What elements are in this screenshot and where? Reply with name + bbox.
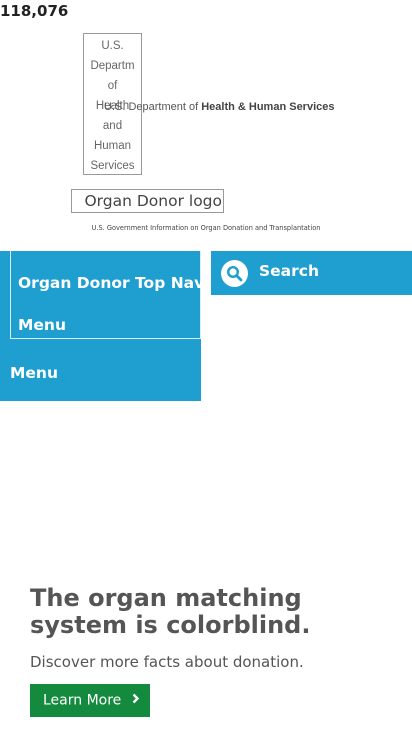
hhs-logo-alt-line: and <box>102 120 123 132</box>
menu-toggle-button[interactable]: Menu <box>10 364 58 382</box>
hhs-prefix: U.S. Department of <box>104 101 199 113</box>
search-label: Search <box>259 262 320 280</box>
hhs-logo-alt-line: U.S. <box>101 40 124 52</box>
hero-title: The organ matching system is colorblind. <box>30 584 311 639</box>
top-nav-title-continued: Menu <box>18 316 67 334</box>
hhs-name: Health & Human Services <box>201 101 335 113</box>
hhs-logo-alt-line: Human <box>93 140 132 152</box>
top-nav-menu[interactable]: Organ Donor Top Nav Menu Menu <box>0 251 205 401</box>
search-button[interactable]: Search <box>211 251 412 295</box>
visitor-counter: 118,076 <box>0 2 69 20</box>
hero-subtitle: Discover more facts about donation. <box>30 653 304 671</box>
hhs-link[interactable]: U.S. Department of Health & Human Servic… <box>104 101 335 113</box>
learn-more-button[interactable]: Learn More <box>30 684 150 717</box>
hhs-logo-alt-line: of <box>107 80 118 92</box>
chevron-right-icon <box>132 684 140 717</box>
gov-tagline: U.S. Government Information on Organ Don… <box>91 224 321 232</box>
hhs-logo-alt-line: Services <box>90 160 135 172</box>
hhs-logo-alt-line: Departm <box>90 60 135 72</box>
organ-donor-logo[interactable]: Organ Donor logo <box>71 189 224 213</box>
search-icon <box>221 260 248 287</box>
learn-more-label: Learn More <box>43 692 122 709</box>
top-nav-title: Organ Donor Top Nav <box>18 274 205 292</box>
